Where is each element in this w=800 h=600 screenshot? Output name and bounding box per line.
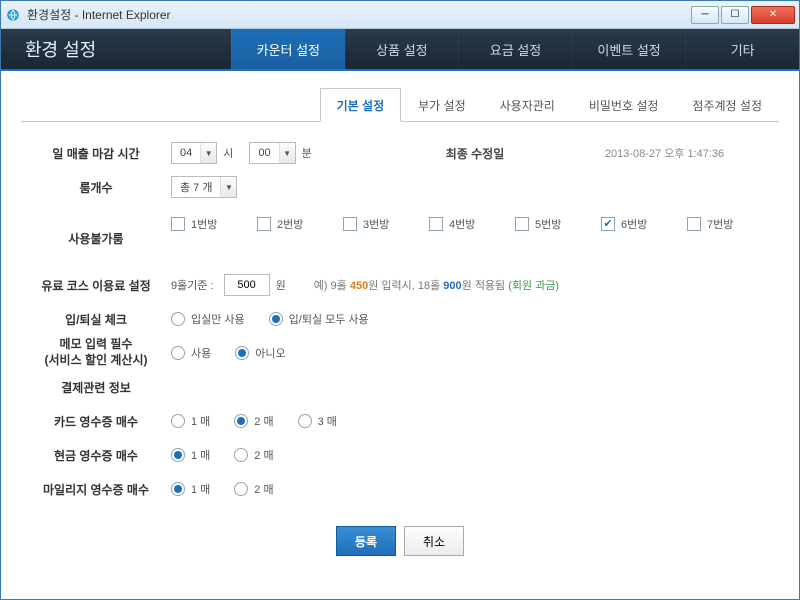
window-buttons: ─ ☐ ✕ [691,6,795,24]
header: 환경 설정 카운터 설정 상품 설정 요금 설정 이벤트 설정 기타 [1,29,799,71]
footer-buttons: 등록 취소 [21,506,779,576]
room-7-checkbox[interactable]: 7번방 [687,216,773,232]
paid-hint: 예) 9홀 450원 입력시, 18홀 900원 적용됨 (회원 과금) [314,277,559,293]
last-modified-label: 최종 수정일 [400,145,550,162]
cancel-button[interactable]: 취소 [404,526,464,556]
room-count-select[interactable]: 총 7 개 ▼ [171,176,237,198]
chevron-down-icon: ▼ [220,177,236,197]
paid-course-input[interactable] [224,274,270,296]
row-card-receipt: 카드 영수증 매수 1 매 2 매 3 매 [21,404,779,438]
subtabs: 기본 설정 부가 설정 사용자관리 비밀번호 설정 점주계정 설정 [21,87,779,122]
close-time-label: 일 매출 마감 시간 [21,145,171,162]
nav-product[interactable]: 상품 설정 [345,29,459,69]
chevron-down-icon: ▼ [200,143,216,163]
memo-yes[interactable]: 사용 [171,345,211,361]
paid-prefix: 9홀기준 : [171,277,214,293]
paid-unit: 원 [276,277,286,293]
nav-counter[interactable]: 카운터 설정 [231,29,345,69]
room-1-checkbox[interactable]: 1번방 [171,216,257,232]
page-title: 환경 설정 [1,29,231,69]
room-2-checkbox[interactable]: 2번방 [257,216,343,232]
tab-basic[interactable]: 기본 설정 [320,88,402,122]
card-1[interactable]: 1 매 [171,413,210,429]
room-5-checkbox[interactable]: 5번방 [515,216,601,232]
memo-label: 메모 입력 필수 (서비스 할인 계산시) [21,337,171,368]
mileage-receipt-label: 마일리지 영수증 매수 [21,481,171,498]
room-count-value: 총 7 개 [172,179,220,195]
titlebar: 환경설정 - Internet Explorer ─ ☐ ✕ [1,1,799,29]
main-nav: 카운터 설정 상품 설정 요금 설정 이벤트 설정 기타 [231,29,799,69]
memo-no[interactable]: 아니오 [235,345,285,361]
cash-receipt-label: 현금 영수증 매수 [21,447,171,464]
room-3-checkbox[interactable]: 3번방 [343,216,429,232]
hour-unit: 시 [223,145,233,161]
nav-fee[interactable]: 요금 설정 [458,29,572,69]
tab-users[interactable]: 사용자관리 [483,88,572,122]
room-6-checkbox[interactable]: 6번방 [601,216,687,232]
last-modified-value: 2013-08-27 오후 1:47:36 [550,145,779,161]
window: 환경설정 - Internet Explorer ─ ☐ ✕ 환경 설정 카운터… [0,0,800,600]
tab-owner[interactable]: 점주계정 설정 [675,88,779,122]
mileage-1[interactable]: 1 매 [171,481,210,497]
inout-both[interactable]: 입/퇴실 모두 사용 [269,311,369,327]
close-hour-value: 04 [172,147,200,159]
inout-label: 입/퇴실 체크 [21,311,171,328]
cash-1[interactable]: 1 매 [171,447,210,463]
room-count-label: 룸개수 [21,179,171,196]
submit-button[interactable]: 등록 [336,526,396,556]
close-min-value: 00 [250,147,278,159]
content: 기본 설정 부가 설정 사용자관리 비밀번호 설정 점주계정 설정 일 매출 마… [1,71,799,576]
card-3[interactable]: 3 매 [298,413,337,429]
row-inout: 입/퇴실 체크 입실만 사용 입/퇴실 모두 사용 [21,302,779,336]
room-4-checkbox[interactable]: 4번방 [429,216,515,232]
chevron-down-icon: ▼ [279,143,295,163]
min-unit: 분 [302,145,312,161]
tab-addon[interactable]: 부가 설정 [401,88,483,122]
card-2[interactable]: 2 매 [234,413,273,429]
row-close-time: 일 매출 마감 시간 04 ▼ 시 00 ▼ 분 최종 수정일 2013-08- [21,136,779,170]
tab-password[interactable]: 비밀번호 설정 [572,88,676,122]
row-paid-course: 유료 코스 이용료 설정 9홀기준 : 원 예) 9홀 450원 입력시, 18… [21,268,779,302]
row-room-count: 룸개수 총 7 개 ▼ [21,170,779,204]
payment-header: 결제관련 정보 [21,379,171,396]
mileage-2[interactable]: 2 매 [234,481,273,497]
window-title: 환경설정 - Internet Explorer [27,6,691,23]
inout-entry-only[interactable]: 입실만 사용 [171,311,245,327]
close-hour-select[interactable]: 04 ▼ [171,142,217,164]
close-button[interactable]: ✕ [751,6,795,24]
paid-course-label: 유료 코스 이용료 설정 [21,277,171,294]
unavailable-label: 사용불가룸 [21,212,171,247]
nav-event[interactable]: 이벤트 설정 [572,29,686,69]
ie-icon [5,7,21,23]
card-receipt-label: 카드 영수증 매수 [21,413,171,430]
row-memo: 메모 입력 필수 (서비스 할인 계산시) 사용 아니오 [21,336,779,370]
row-payment-header: 결제관련 정보 [21,370,779,404]
row-cash-receipt: 현금 영수증 매수 1 매 2 매 [21,438,779,472]
cash-2[interactable]: 2 매 [234,447,273,463]
close-min-select[interactable]: 00 ▼ [249,142,295,164]
row-unavailable: 사용불가룸 1번방 2번방 3번방 4번방 5번방 6번방 7번방 [21,204,779,268]
maximize-button[interactable]: ☐ [721,6,749,24]
row-mileage-receipt: 마일리지 영수증 매수 1 매 2 매 [21,472,779,506]
nav-etc[interactable]: 기타 [685,29,799,69]
minimize-button[interactable]: ─ [691,6,719,24]
